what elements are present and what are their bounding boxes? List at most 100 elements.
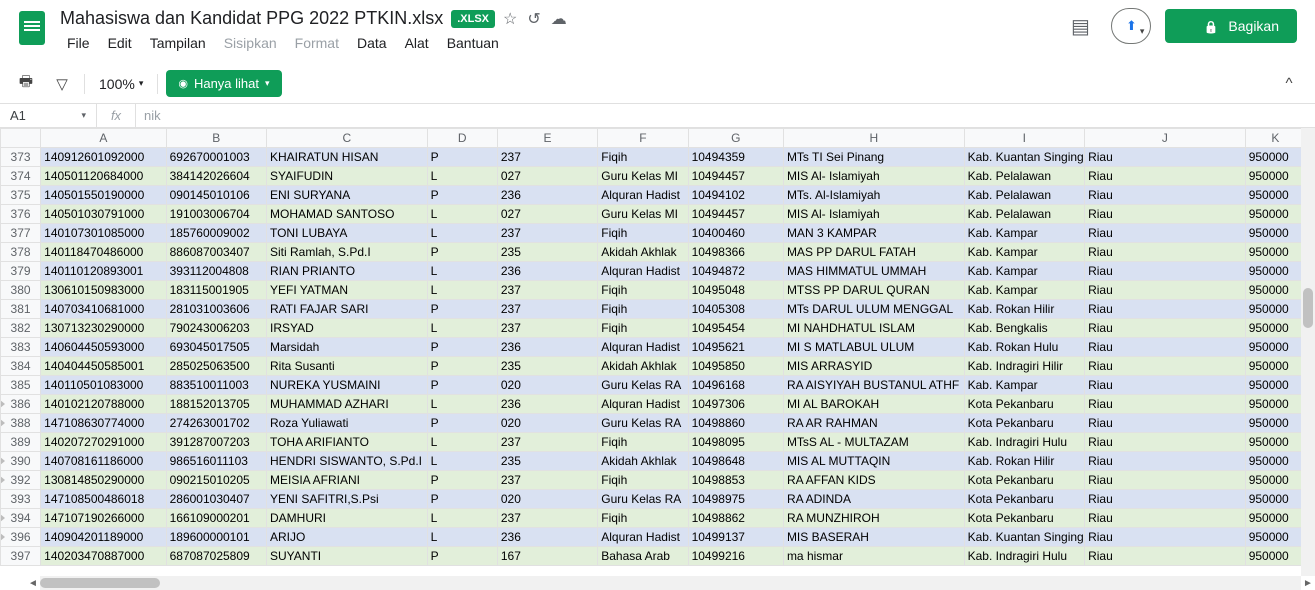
cell[interactable]: Riau [1085, 167, 1246, 186]
cell[interactable]: Fiqih [598, 471, 688, 490]
cell[interactable]: Riau [1085, 243, 1246, 262]
menu-file[interactable]: File [60, 31, 97, 55]
table-row[interactable]: 377140107301085000185760009002TONI LUBAY… [1, 224, 1306, 243]
cell[interactable]: Rita Susanti [266, 357, 427, 376]
row-number[interactable]: 396 [1, 528, 41, 547]
menu-format[interactable]: Format [288, 31, 346, 55]
row-number[interactable]: 397 [1, 547, 41, 566]
cell[interactable]: 10400460 [688, 224, 783, 243]
cell[interactable]: 10498975 [688, 490, 783, 509]
cell[interactable]: P [427, 243, 497, 262]
cell[interactable]: 10495850 [688, 357, 783, 376]
cell[interactable]: L [427, 452, 497, 471]
cell[interactable]: YEFI YATMAN [266, 281, 427, 300]
cell[interactable]: Riau [1085, 471, 1246, 490]
cell[interactable]: Kota Pekanbaru [964, 490, 1084, 509]
cell[interactable]: NUREKA YUSMAINI [266, 376, 427, 395]
cell[interactable]: Riau [1085, 547, 1246, 566]
cell[interactable]: 020 [497, 490, 597, 509]
cell[interactable]: HENDRI SISWANTO, S.Pd.I [266, 452, 427, 471]
cell[interactable]: 950000 [1245, 167, 1305, 186]
cell[interactable]: Fiqih [598, 300, 688, 319]
cell[interactable]: 950000 [1245, 262, 1305, 281]
cell[interactable]: L [427, 281, 497, 300]
cell[interactable]: 950000 [1245, 433, 1305, 452]
cell[interactable]: Kab. Indragiri Hulu [964, 547, 1084, 566]
spreadsheet-grid[interactable]: ABCDEFGHIJK 3731409126010920006926700010… [0, 128, 1306, 566]
cell[interactable]: Kab. Kampar [964, 281, 1084, 300]
cell[interactable]: 166109000201 [166, 509, 266, 528]
row-number[interactable]: 375 [1, 186, 41, 205]
row-number[interactable]: 373 [1, 148, 41, 167]
cell[interactable]: P [427, 547, 497, 566]
history-icon[interactable] [527, 9, 540, 29]
cell[interactable]: Riau [1085, 186, 1246, 205]
horizontal-scrollbar[interactable]: ◄ ► [40, 576, 1301, 590]
cell[interactable]: 140207270291000 [41, 433, 166, 452]
col-header-G[interactable]: G [688, 129, 783, 148]
cell[interactable]: Kab. Kuantan Singing [964, 528, 1084, 547]
group-toggle-icon[interactable] [1, 476, 6, 484]
cell[interactable]: Kab. Kampar [964, 376, 1084, 395]
cell[interactable]: 950000 [1245, 205, 1305, 224]
row-number[interactable]: 378 [1, 243, 41, 262]
cell[interactable]: 140708161186000 [41, 452, 166, 471]
cell[interactable]: L [427, 319, 497, 338]
cell[interactable]: 167 [497, 547, 597, 566]
cell[interactable]: 027 [497, 167, 597, 186]
cell[interactable]: Kab. Bengkalis [964, 319, 1084, 338]
cell[interactable]: 185760009002 [166, 224, 266, 243]
cell[interactable]: Riau [1085, 490, 1246, 509]
cell[interactable]: MAN 3 KAMPAR [783, 224, 964, 243]
cell[interactable]: MAS HIMMATUL UMMAH [783, 262, 964, 281]
table-row[interactable]: 376140501030791000191003006704MOHAMAD SA… [1, 205, 1306, 224]
table-row[interactable]: 374140501120684000384142026604SYAIFUDINL… [1, 167, 1306, 186]
cell[interactable]: Alquran Hadist [598, 262, 688, 281]
print-icon[interactable] [12, 70, 40, 98]
cell[interactable]: Marsidah [266, 338, 427, 357]
cell[interactable]: 140110120893001 [41, 262, 166, 281]
cell[interactable]: 693045017505 [166, 338, 266, 357]
cell[interactable]: ARIJO [266, 528, 427, 547]
cell[interactable]: Riau [1085, 224, 1246, 243]
cell[interactable]: Siti Ramlah, S.Pd.I [266, 243, 427, 262]
cell[interactable]: 140904201189000 [41, 528, 166, 547]
cell[interactable]: 692670001003 [166, 148, 266, 167]
cell[interactable]: Alquran Hadist [598, 528, 688, 547]
row-number[interactable]: 381 [1, 300, 41, 319]
row-number[interactable]: 392 [1, 471, 41, 490]
cell[interactable]: 10495621 [688, 338, 783, 357]
cell[interactable]: Riau [1085, 319, 1246, 338]
cell[interactable]: 140110501083000 [41, 376, 166, 395]
cell[interactable]: Kota Pekanbaru [964, 509, 1084, 528]
row-number[interactable]: 393 [1, 490, 41, 509]
group-toggle-icon[interactable] [1, 533, 6, 541]
cell[interactable]: 140501120684000 [41, 167, 166, 186]
cell[interactable]: RA AFFAN KIDS [783, 471, 964, 490]
cell[interactable]: ENI SURYANA [266, 186, 427, 205]
cell[interactable]: Riau [1085, 395, 1246, 414]
cell[interactable]: 183115001905 [166, 281, 266, 300]
row-number[interactable]: 382 [1, 319, 41, 338]
row-number[interactable]: 377 [1, 224, 41, 243]
cell[interactable]: 10494872 [688, 262, 783, 281]
cell[interactable]: MIS BASERAH [783, 528, 964, 547]
drive-save-button[interactable] [1111, 8, 1151, 44]
cell[interactable]: 391287007203 [166, 433, 266, 452]
cell[interactable]: Riau [1085, 357, 1246, 376]
cell[interactable]: Kota Pekanbaru [964, 414, 1084, 433]
cell[interactable]: 950000 [1245, 490, 1305, 509]
cell[interactable]: 235 [497, 452, 597, 471]
cell[interactable]: MTsS AL - MULTAZAM [783, 433, 964, 452]
cell[interactable]: Guru Kelas RA [598, 376, 688, 395]
table-row[interactable]: 388147108630774000274263001702Roza Yulia… [1, 414, 1306, 433]
cell[interactable]: Alquran Hadist [598, 395, 688, 414]
col-header-J[interactable]: J [1085, 129, 1246, 148]
cell[interactable]: 10498862 [688, 509, 783, 528]
cell[interactable]: KHAIRATUN HISAN [266, 148, 427, 167]
menu-alat[interactable]: Alat [398, 31, 436, 55]
cell[interactable]: 236 [497, 186, 597, 205]
col-header-D[interactable]: D [427, 129, 497, 148]
cell[interactable]: 236 [497, 395, 597, 414]
cell[interactable]: L [427, 224, 497, 243]
